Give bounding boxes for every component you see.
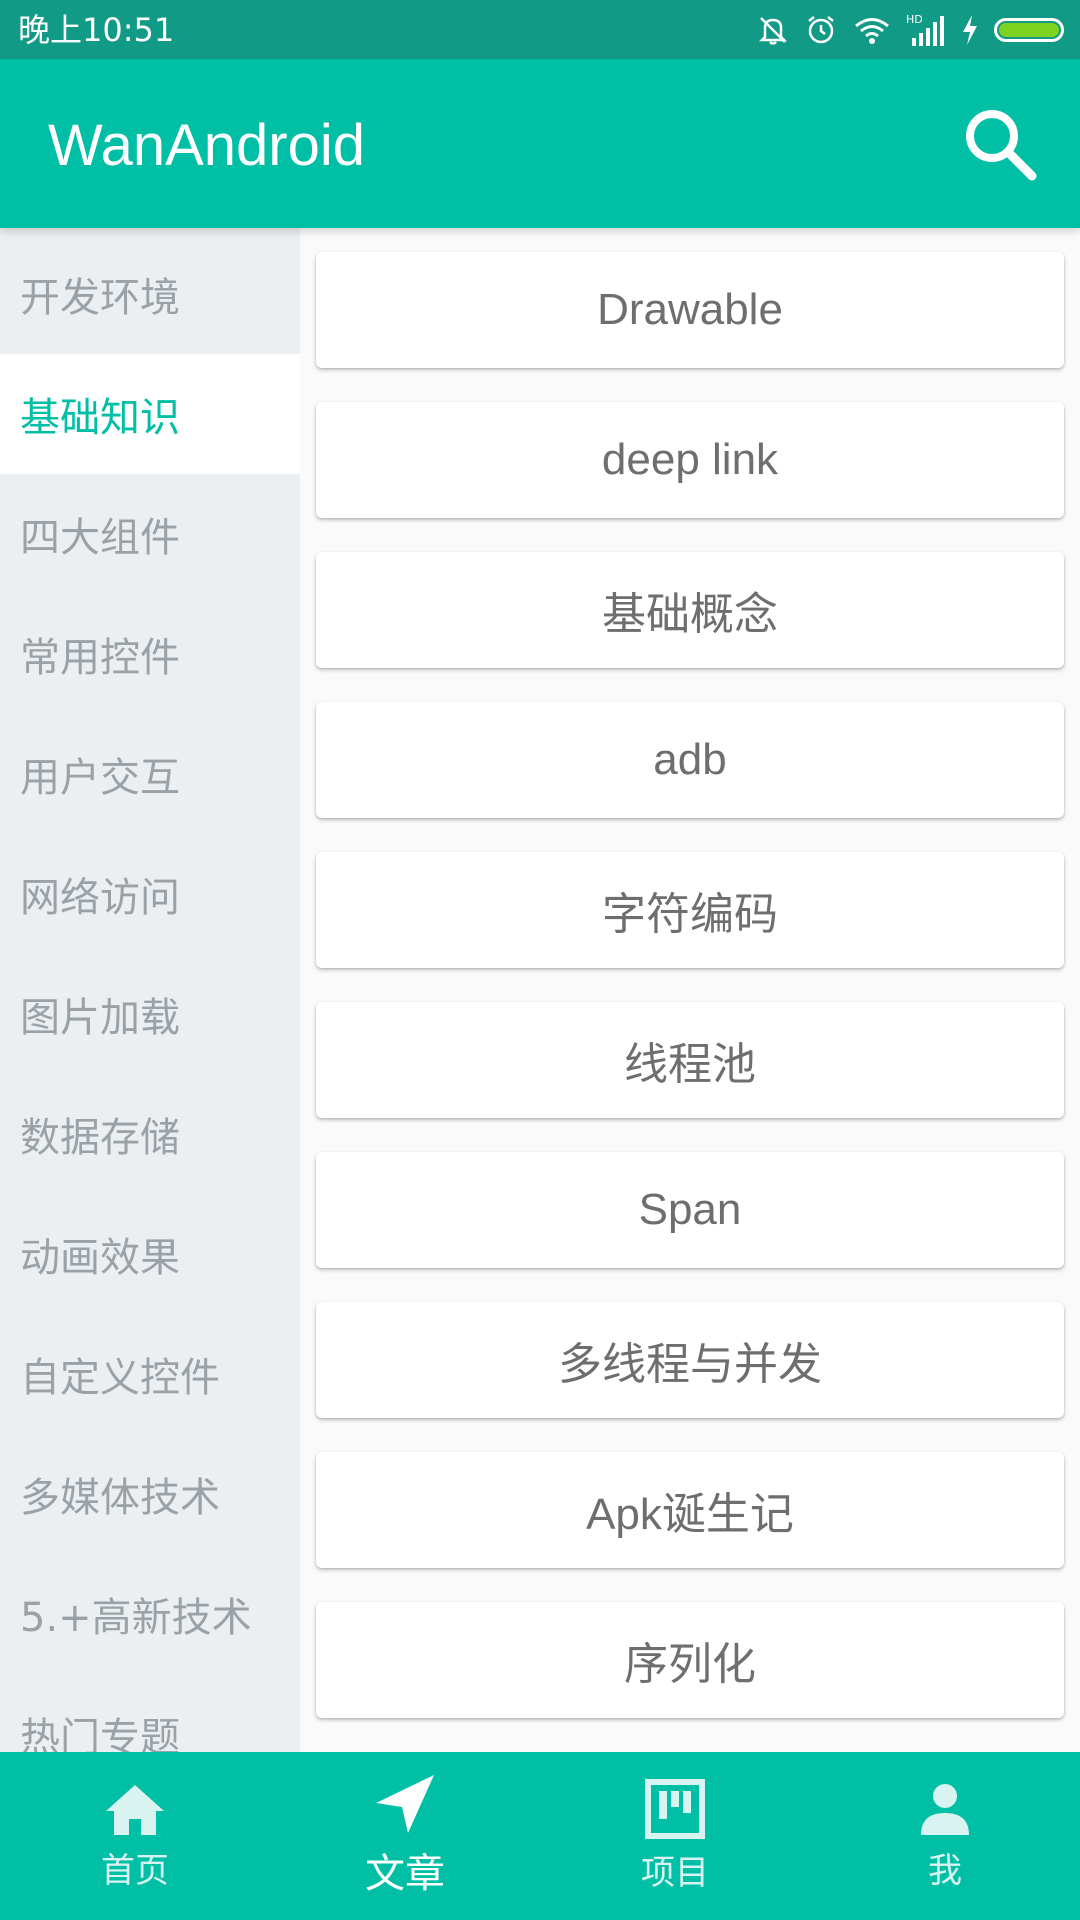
nav-tab-articles-label: 文章 (365, 1851, 445, 1897)
home-icon (106, 1784, 164, 1835)
sidebar-item-user-interaction[interactable]: 用户交互 (0, 714, 300, 834)
nav-tab-articles[interactable]: 文章 (270, 1752, 540, 1920)
status-time: 晚上10:51 (18, 11, 175, 49)
sidebar-item-basics[interactable]: 基础知识 (0, 354, 300, 474)
navigation-arrow-icon (376, 1775, 434, 1833)
status-icons: HD (756, 8, 1064, 52)
nav-tab-me-label: 我 (928, 1850, 962, 1891)
wifi-icon (855, 18, 889, 44)
nav-tab-home-label: 首页 (101, 1850, 169, 1891)
subcategory-card[interactable]: deep link (316, 402, 1064, 518)
nav-tab-me[interactable]: 我 (810, 1752, 1080, 1920)
status-bar: 晚上10:51 HD (0, 0, 1080, 59)
battery-level (999, 23, 1059, 37)
mute-icon (758, 17, 788, 45)
person-icon (921, 1783, 969, 1835)
app-title: WanAndroid (48, 113, 366, 178)
category-sidebar: 开发环境 基础知识 四大组件 常用控件 用户交互 网络访问 图片加载 数据存储 … (0, 228, 300, 1752)
sidebar-item-new-tech[interactable]: 5.+高新技术 (0, 1554, 300, 1674)
hd-signal-icon: HD (906, 13, 944, 46)
subcategory-card[interactable]: 多线程与并发 (316, 1302, 1064, 1418)
subcategory-card[interactable]: 字符编码 (316, 852, 1064, 968)
sidebar-item-animation[interactable]: 动画效果 (0, 1194, 300, 1314)
sidebar-item-common-widgets[interactable]: 常用控件 (0, 594, 300, 714)
subcategory-card[interactable]: adb (316, 702, 1064, 818)
sidebar-item-multimedia[interactable]: 多媒体技术 (0, 1434, 300, 1554)
bottom-navigation: 首页 文章 项目 我 (0, 1752, 1080, 1920)
subcategory-card[interactable]: 序列化 (316, 1602, 1064, 1718)
search-icon[interactable] (960, 104, 1040, 184)
subcategory-card[interactable]: 线程池 (316, 1002, 1064, 1118)
sidebar-item-components[interactable]: 四大组件 (0, 474, 300, 594)
sidebar-item-custom-widgets[interactable]: 自定义控件 (0, 1314, 300, 1434)
sidebar-item-network[interactable]: 网络访问 (0, 834, 300, 954)
subcategory-list: Drawable deep link 基础概念 adb 字符编码 线程池 Spa… (300, 228, 1080, 1752)
subcategory-card[interactable]: Apk诞生记 (316, 1452, 1064, 1568)
sidebar-item-hot-topics[interactable]: 热门专题 (0, 1674, 300, 1752)
alarm-icon (808, 16, 834, 44)
sidebar-item-dev-env[interactable]: 开发环境 (0, 234, 300, 354)
subcategory-card[interactable]: Drawable (316, 252, 1064, 368)
sidebar-item-image-loading[interactable]: 图片加载 (0, 954, 300, 1074)
charging-icon (963, 15, 977, 45)
board-icon (645, 1778, 705, 1839)
nav-tab-projects-label: 项目 (641, 1852, 709, 1893)
app-bar: WanAndroid (0, 59, 1080, 228)
nav-tab-projects[interactable]: 项目 (540, 1752, 810, 1920)
hd-label: HD (906, 13, 923, 26)
nav-tab-home[interactable]: 首页 (0, 1752, 270, 1920)
battery-icon (994, 18, 1064, 42)
sidebar-item-storage[interactable]: 数据存储 (0, 1074, 300, 1194)
subcategory-card[interactable]: Span (316, 1152, 1064, 1268)
subcategory-card[interactable]: 基础概念 (316, 552, 1064, 668)
